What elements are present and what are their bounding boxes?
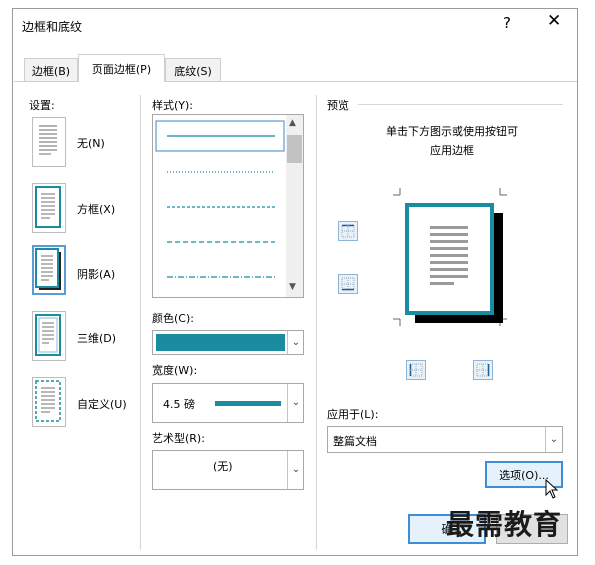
setting-none-icon[interactable]	[32, 117, 66, 167]
setting-shadow-icon[interactable]	[32, 245, 66, 295]
setting-custom-icon[interactable]	[32, 377, 66, 427]
tab-page-border[interactable]: 页面边框(P)	[78, 54, 165, 82]
width-sample-line	[215, 401, 281, 406]
apply-to-heading: 应用于(L):	[327, 408, 379, 421]
setting-custom-label[interactable]: 自定义(U)	[77, 396, 127, 412]
border-bottom-button[interactable]	[338, 274, 358, 294]
close-button[interactable]: ✕	[547, 11, 561, 31]
width-dropdown[interactable]: 4.5 磅 ⌄	[152, 383, 304, 423]
tab-borders[interactable]: 边框(B)	[24, 58, 78, 81]
preview-heading: 预览	[327, 99, 349, 112]
tab-shading[interactable]: 底纹(S)	[165, 58, 221, 81]
art-dropdown[interactable]: (无) ⌄	[152, 450, 304, 490]
setting-none-label[interactable]: 无(N)	[77, 135, 105, 151]
border-right-button[interactable]	[473, 360, 493, 380]
setting-box-label[interactable]: 方框(X)	[77, 201, 115, 217]
color-heading: 颜色(C):	[152, 312, 194, 325]
dialog-title: 边框和底纹	[22, 20, 83, 34]
column-divider	[316, 95, 317, 550]
apply-to-value: 整篇文档	[333, 435, 377, 448]
setting-box-icon[interactable]	[32, 183, 66, 233]
setting-3d-icon[interactable]	[32, 311, 66, 361]
border-top-button[interactable]	[338, 221, 358, 241]
help-button[interactable]: ?	[503, 14, 511, 32]
watermark-logo: 最需教育	[446, 508, 563, 541]
color-swatch	[156, 334, 285, 351]
style-listbox[interactable]	[152, 114, 304, 298]
scroll-up-icon[interactable]: ▲	[289, 118, 296, 128]
style-heading: 样式(Y):	[152, 99, 194, 112]
color-dropdown[interactable]: ⌄	[152, 330, 304, 355]
width-value: 4.5 磅	[163, 398, 195, 411]
settings-heading: 设置:	[29, 99, 55, 112]
preview-hint-line2: 应用边框	[430, 144, 474, 157]
width-heading: 宽度(W):	[152, 364, 198, 377]
scroll-thumb[interactable]	[287, 135, 302, 163]
mouse-cursor-icon	[545, 478, 559, 502]
setting-shadow-label[interactable]: 阴影(A)	[77, 266, 115, 282]
scroll-down-icon[interactable]: ▼	[289, 282, 296, 292]
column-divider	[140, 95, 141, 550]
preview-heading-rule	[358, 104, 563, 105]
chevron-down-icon: ⌄	[287, 331, 304, 354]
art-value: (无)	[213, 460, 233, 473]
chevron-down-icon: ⌄	[545, 427, 562, 452]
preview-page[interactable]	[405, 203, 494, 315]
chevron-down-icon: ⌄	[287, 384, 304, 422]
chevron-down-icon: ⌄	[287, 451, 304, 489]
art-heading: 艺术型(R):	[152, 432, 205, 445]
border-left-button[interactable]	[406, 360, 426, 380]
apply-to-dropdown[interactable]: 整篇文档 ⌄	[327, 426, 563, 453]
setting-3d-label[interactable]: 三维(D)	[77, 330, 116, 346]
preview-area[interactable]	[390, 183, 510, 333]
style-scrollbar[interactable]: ▲ ▼	[286, 115, 303, 297]
preview-hint-line1: 单击下方图示或使用按钮可	[386, 125, 518, 138]
